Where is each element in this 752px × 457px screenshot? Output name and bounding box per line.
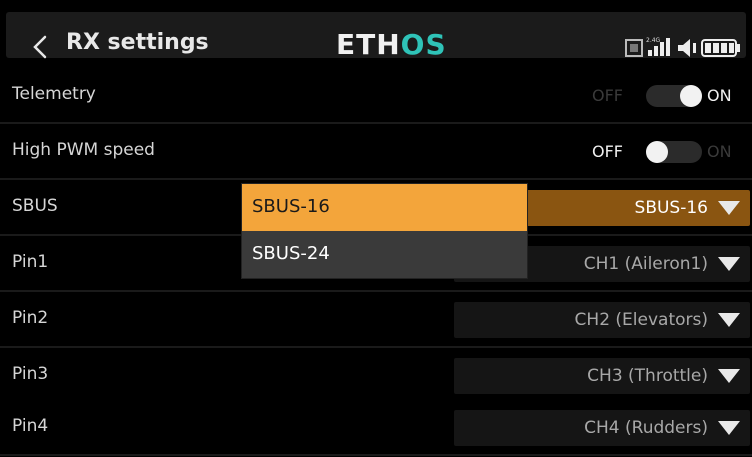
high-pwm-toggle[interactable]: OFF ON [584,138,744,164]
row-telemetry: Telemetry OFF ON [0,68,752,124]
select-value: CH1 (Aileron1) [583,254,708,274]
sbus-select[interactable]: SBUS-16 [526,190,750,226]
title-bar: RX settings ETHOS 2.4G [6,12,746,61]
status-icons: 2.4G [625,37,740,57]
header-bar: RX settings ETHOS 2.4G [0,0,752,72]
select-value: CH3 (Throttle) [587,366,708,386]
ethos-logo: ETHOS [336,28,447,61]
dropdown-option-sbus-24[interactable]: SBUS-24 [242,231,527,278]
signal-2.4-icon: 2.4G [646,37,670,56]
row-label: Pin4 [12,416,49,436]
pin4-select[interactable]: CH4 (Rudders) [454,410,750,446]
row-pin2: Pin2 CH2 (Elevators) [0,292,752,348]
caret-down-icon [718,421,740,435]
toggle-track[interactable] [646,85,702,107]
battery-icon [701,39,740,57]
row-high-pwm-speed: High PWM speed OFF ON [0,124,752,180]
select-value: SBUS-16 [634,198,708,218]
toggle-on-label: ON [707,86,732,105]
page-title: RX settings [66,30,209,55]
row-label: High PWM speed [12,140,155,160]
dropdown-option-sbus-16[interactable]: SBUS-16 [242,184,527,231]
row-label: Telemetry [12,84,96,104]
svg-text:2.4G: 2.4G [646,37,661,44]
toggle-track[interactable] [646,141,702,163]
toggle-knob[interactable] [646,141,668,163]
storage-icon [625,39,643,57]
pin2-select[interactable]: CH2 (Elevators) [454,302,750,338]
row-pin3: Pin3 CH3 (Throttle) [0,348,752,404]
row-label: Pin3 [12,364,49,384]
toggle-off-label: OFF [592,142,623,161]
toggle-knob[interactable] [680,85,702,107]
row-pin4: Pin4 CH4 (Rudders) [0,400,752,456]
row-label: Pin2 [12,308,49,328]
pin3-select[interactable]: CH3 (Throttle) [454,358,750,394]
row-label: SBUS [12,196,58,216]
telemetry-toggle[interactable]: OFF ON [584,82,744,108]
toggle-on-label: ON [707,142,732,161]
back-chevron-icon[interactable] [26,32,56,62]
caret-down-icon [718,369,740,383]
select-value: CH2 (Elevators) [574,310,708,330]
sbus-dropdown-menu: SBUS-16 SBUS-24 [242,184,527,278]
caret-down-icon [718,201,740,215]
volume-icon [678,39,696,57]
caret-down-icon [718,313,740,327]
caret-down-icon [718,257,740,271]
row-label: Pin1 [12,252,49,272]
select-value: CH4 (Rudders) [584,418,708,438]
toggle-off-label: OFF [592,86,623,105]
